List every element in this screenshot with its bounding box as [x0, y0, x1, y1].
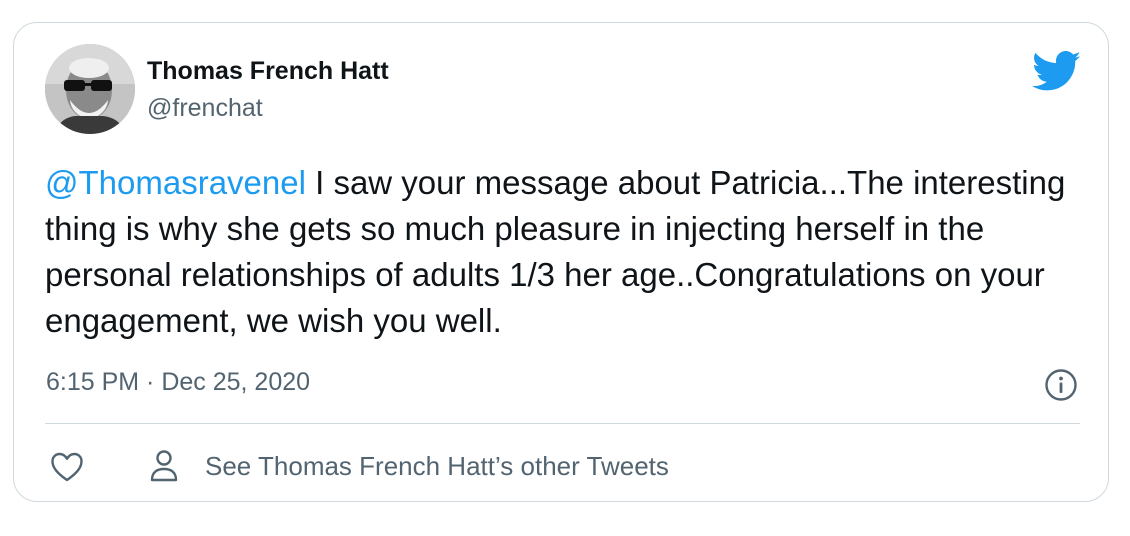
see-other-tweets-link[interactable]: See Thomas French Hatt’s other Tweets — [149, 446, 669, 486]
mention-link[interactable]: @Thomasravenel — [45, 164, 306, 201]
heart-icon[interactable] — [50, 451, 84, 483]
avatar[interactable] — [45, 44, 135, 134]
tweet-card: Thomas French Hatt @frenchat @Thomasrave… — [13, 22, 1109, 502]
author-handle[interactable]: @frenchat — [147, 94, 263, 123]
see-other-tweets-label: See Thomas French Hatt’s other Tweets — [205, 450, 669, 481]
person-icon — [150, 450, 178, 482]
info-icon[interactable] — [1044, 368, 1078, 402]
divider — [45, 423, 1080, 424]
twitter-bird-icon[interactable] — [1032, 51, 1082, 92]
author-display-name[interactable]: Thomas French Hatt — [147, 57, 389, 86]
avatar-photo — [45, 44, 135, 134]
tweet-timestamp[interactable]: 6:15 PM · Dec 25, 2020 — [46, 368, 310, 397]
tweet-text: @Thomasravenel I saw your message about … — [45, 160, 1095, 344]
